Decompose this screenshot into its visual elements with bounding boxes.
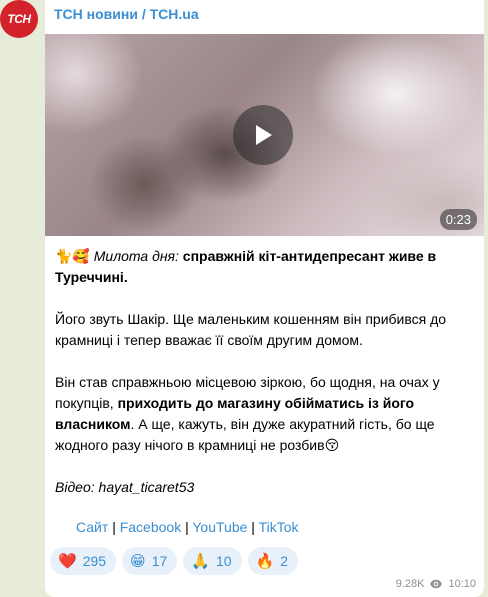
links-row: Сайт | Facebook | YouTube | TikTok [76, 519, 299, 535]
view-count: 9.28K [395, 578, 425, 590]
video-credit: Відео: hayat_ticaret53 [55, 479, 195, 495]
lead-italic: Милота дня: [93, 248, 179, 264]
reaction-count: 295 [82, 553, 107, 569]
grin-icon: 😁 [130, 552, 146, 570]
link-tiktok[interactable]: TikTok [259, 519, 299, 535]
link-separator: | [251, 519, 255, 535]
emoji-prefix: 🐈🥰 [55, 248, 90, 264]
reaction-fire[interactable]: 🔥 2 [247, 547, 299, 575]
link-youtube[interactable]: YouTube [192, 519, 247, 535]
play-button[interactable] [233, 105, 293, 165]
eye-icon [430, 579, 443, 589]
post-paragraph-3: Він став справжньою місцевою зіркою, бо … [55, 372, 475, 456]
link-separator: | [185, 519, 189, 535]
post-paragraph-4: Відео: hayat_ticaret53 [55, 477, 475, 498]
message-time: 10:10 [448, 578, 476, 590]
reaction-heart[interactable]: ❤️ 295 [50, 547, 117, 575]
reaction-count: 2 [280, 553, 289, 569]
play-icon [256, 125, 272, 145]
pray-icon: 🙏 [191, 552, 210, 570]
post-text: 🐈🥰 Милота дня: справжній кіт-антидепреса… [55, 246, 475, 519]
reaction-count: 17 [151, 553, 168, 569]
reaction-grin[interactable]: 😁 17 [122, 547, 178, 575]
channel-name[interactable]: ТСН новини / TCH.ua [54, 6, 199, 22]
message-meta: 9.28K 10:10 [396, 578, 476, 590]
heart-icon: ❤️ [58, 552, 77, 570]
channel-avatar[interactable]: ТСН [0, 0, 38, 38]
p3-emoji: 😚 [324, 437, 340, 453]
link-facebook[interactable]: Facebook [120, 519, 181, 535]
link-site[interactable]: Сайт [76, 519, 108, 535]
message-bubble: ТСН новини / TCH.ua 0:23 🐈🥰 Милота дня: … [45, 0, 484, 597]
video-preview[interactable]: 0:23 [45, 34, 484, 236]
video-duration: 0:23 [439, 209, 477, 230]
reaction-count: 10 [215, 553, 232, 569]
fire-icon: 🔥 [255, 552, 275, 570]
reaction-pray[interactable]: 🙏 10 [183, 547, 242, 575]
reactions-bar: ❤️ 295 😁 17 🙏 10 🔥 2 [50, 547, 299, 575]
avatar-text: ТСН [7, 12, 31, 26]
link-separator: | [112, 519, 116, 535]
post-paragraph-2: Його звуть Шакір. Ще маленьким кошенням … [55, 311, 447, 348]
post-paragraph-1: 🐈🥰 Милота дня: справжній кіт-антидепреса… [55, 246, 475, 288]
